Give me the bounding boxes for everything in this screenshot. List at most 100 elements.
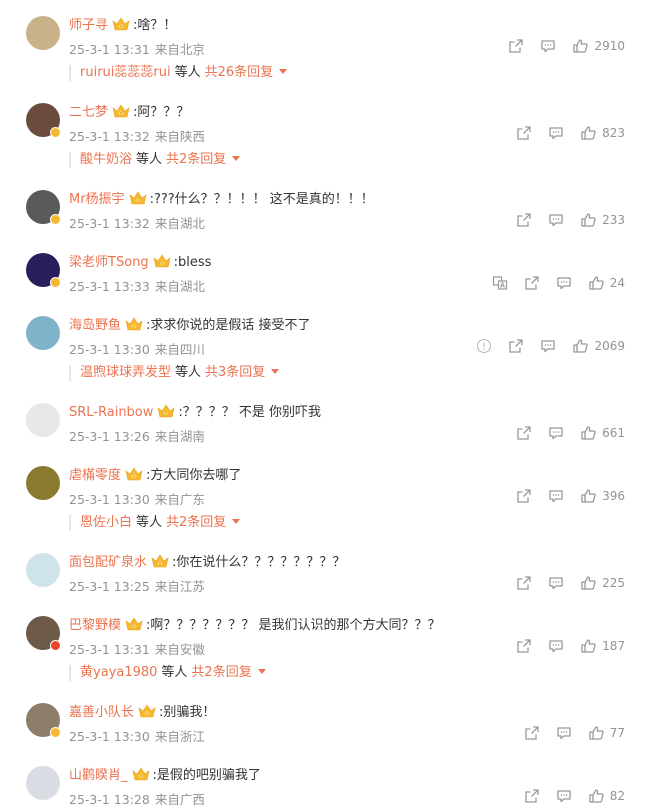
share-icon[interactable] [516, 638, 532, 654]
crown-icon: V [157, 404, 175, 418]
crown-icon: V [151, 554, 169, 568]
comment-icon[interactable] [548, 488, 564, 504]
comment-text: :？？？？ 不是 你别吓我 [178, 405, 322, 420]
avatar[interactable] [26, 553, 60, 587]
like-button[interactable]: 2910 [572, 38, 625, 54]
reply-etc: 等人 [175, 365, 202, 380]
comment-actions: 2069 [460, 337, 625, 355]
like-count: 24 [609, 276, 625, 290]
like-button[interactable]: 82 [588, 788, 625, 804]
username[interactable]: 嘉善小队长 [69, 705, 134, 720]
reply-user[interactable]: 酸牛奶浴 [80, 152, 132, 167]
comment-icon[interactable] [548, 212, 564, 228]
comment-icon[interactable] [556, 275, 572, 291]
like-button[interactable]: 396 [580, 488, 625, 504]
share-icon[interactable] [508, 338, 524, 354]
like-button[interactable]: 187 [580, 638, 625, 654]
username[interactable]: 山鹳睽肖_ [69, 768, 128, 783]
comment-location: 来自陕西 [154, 129, 205, 144]
like-button[interactable]: 24 [588, 275, 625, 291]
comment-icon[interactable] [556, 788, 572, 804]
comment-icon[interactable] [540, 38, 556, 54]
reply-count-link[interactable]: 共3条回复 [205, 365, 265, 380]
comment-location: 来自湖南 [154, 429, 205, 444]
comment-meta: 25-3-1 13:31 来自安徽 [69, 639, 205, 658]
share-icon[interactable] [516, 125, 532, 141]
share-icon[interactable] [516, 212, 532, 228]
comment-text: :是假的吧别骗我了 [152, 768, 261, 783]
comment-date: 25-3-1 13:32 [69, 129, 150, 144]
username[interactable]: 师子寻 [69, 18, 108, 33]
share-icon[interactable] [516, 575, 532, 591]
like-count: 233 [602, 213, 625, 227]
comment-icon[interactable] [548, 125, 564, 141]
comment-actions: 187 [500, 637, 625, 655]
reply-etc: 等人 [161, 665, 188, 680]
avatar[interactable] [26, 766, 60, 800]
like-button[interactable]: 225 [580, 575, 625, 591]
like-button[interactable]: 233 [580, 212, 625, 228]
like-button[interactable]: 77 [588, 725, 625, 741]
info-icon[interactable] [476, 338, 492, 354]
like-count: 661 [602, 426, 625, 440]
comment-icon[interactable] [548, 638, 564, 654]
avatar[interactable] [26, 403, 60, 437]
comment-icon[interactable] [540, 338, 556, 354]
comment-text: :啊？？？？？？？ 是我们认识的那个方大同？？？ [146, 618, 441, 633]
share-icon[interactable] [524, 788, 540, 804]
username[interactable]: 海岛野鱼 [69, 318, 121, 333]
comment-text: :???什么？？！！！ 这不是真的！！！ [149, 192, 374, 207]
like-button[interactable]: 823 [580, 125, 625, 141]
reply-summary[interactable]: 酸牛奶浴 等人 共2条回复 [69, 152, 241, 168]
reply-count-link[interactable]: 共26条回复 [205, 65, 274, 80]
reply-user[interactable]: ruirui蕊蕊蕊rui [80, 65, 171, 80]
comment-icon[interactable] [548, 575, 564, 591]
reply-summary[interactable]: 温煦球球弄发型 等人 共3条回复 [69, 365, 280, 381]
reply-count-link[interactable]: 共2条回复 [191, 665, 251, 680]
username[interactable]: 梁老师TSong [69, 255, 149, 270]
chevron-down-icon [271, 369, 280, 374]
share-icon[interactable] [524, 275, 540, 291]
comment-icon[interactable] [548, 425, 564, 441]
reply-count-link[interactable]: 共2条回复 [166, 152, 226, 167]
comment-text: :方大同你去哪了 [146, 468, 242, 483]
username[interactable]: SRL-Rainbow [69, 405, 153, 420]
reply-summary[interactable]: 黄yaya1980 等人 共2条回复 [69, 665, 266, 681]
username[interactable]: 巴黎野模 [69, 618, 121, 633]
comment-meta: 25-3-1 13:30 来自浙江 [69, 726, 205, 745]
comment-location: 来自湖北 [154, 279, 205, 294]
username[interactable]: 虐樠零度 [69, 468, 121, 483]
share-icon[interactable] [516, 488, 532, 504]
like-count: 396 [602, 489, 625, 503]
comment-meta: 25-3-1 13:30 来自广东 [69, 489, 205, 508]
share-icon[interactable] [508, 38, 524, 54]
like-button[interactable]: 2069 [572, 338, 625, 354]
avatar[interactable] [26, 16, 60, 50]
chevron-down-icon [257, 669, 266, 674]
comment-location: 来自湖北 [154, 216, 205, 231]
verified-badge-icon [50, 727, 61, 738]
username[interactable]: Mr杨振宇 [69, 192, 125, 207]
verified-badge-icon [50, 214, 61, 225]
translate-icon[interactable] [492, 275, 508, 291]
avatar[interactable] [26, 316, 60, 350]
username[interactable]: 面包配矿泉水 [69, 555, 147, 570]
reply-user[interactable]: 黄yaya1980 [80, 665, 157, 680]
crown-icon: V [112, 17, 130, 31]
share-icon[interactable] [524, 725, 540, 741]
reply-count-link[interactable]: 共2条回复 [166, 515, 226, 530]
comment-icon[interactable] [556, 725, 572, 741]
reply-user[interactable]: 温煦球球弄发型 [80, 365, 171, 380]
comment-location: 来自北京 [154, 42, 205, 57]
username[interactable]: 二七梦 [69, 105, 108, 120]
share-icon[interactable] [516, 425, 532, 441]
like-count: 77 [609, 726, 625, 740]
reply-summary[interactable]: 恩佐小白 等人 共2条回复 [69, 515, 241, 531]
like-button[interactable]: 661 [580, 425, 625, 441]
reply-summary[interactable]: ruirui蕊蕊蕊rui 等人 共26条回复 [69, 65, 288, 81]
comment-text: :阿？？？ [133, 105, 190, 120]
comment-date: 25-3-1 13:30 [69, 492, 150, 507]
reply-user[interactable]: 恩佐小白 [80, 515, 132, 530]
crown-icon: V [125, 467, 143, 481]
avatar[interactable] [26, 466, 60, 500]
